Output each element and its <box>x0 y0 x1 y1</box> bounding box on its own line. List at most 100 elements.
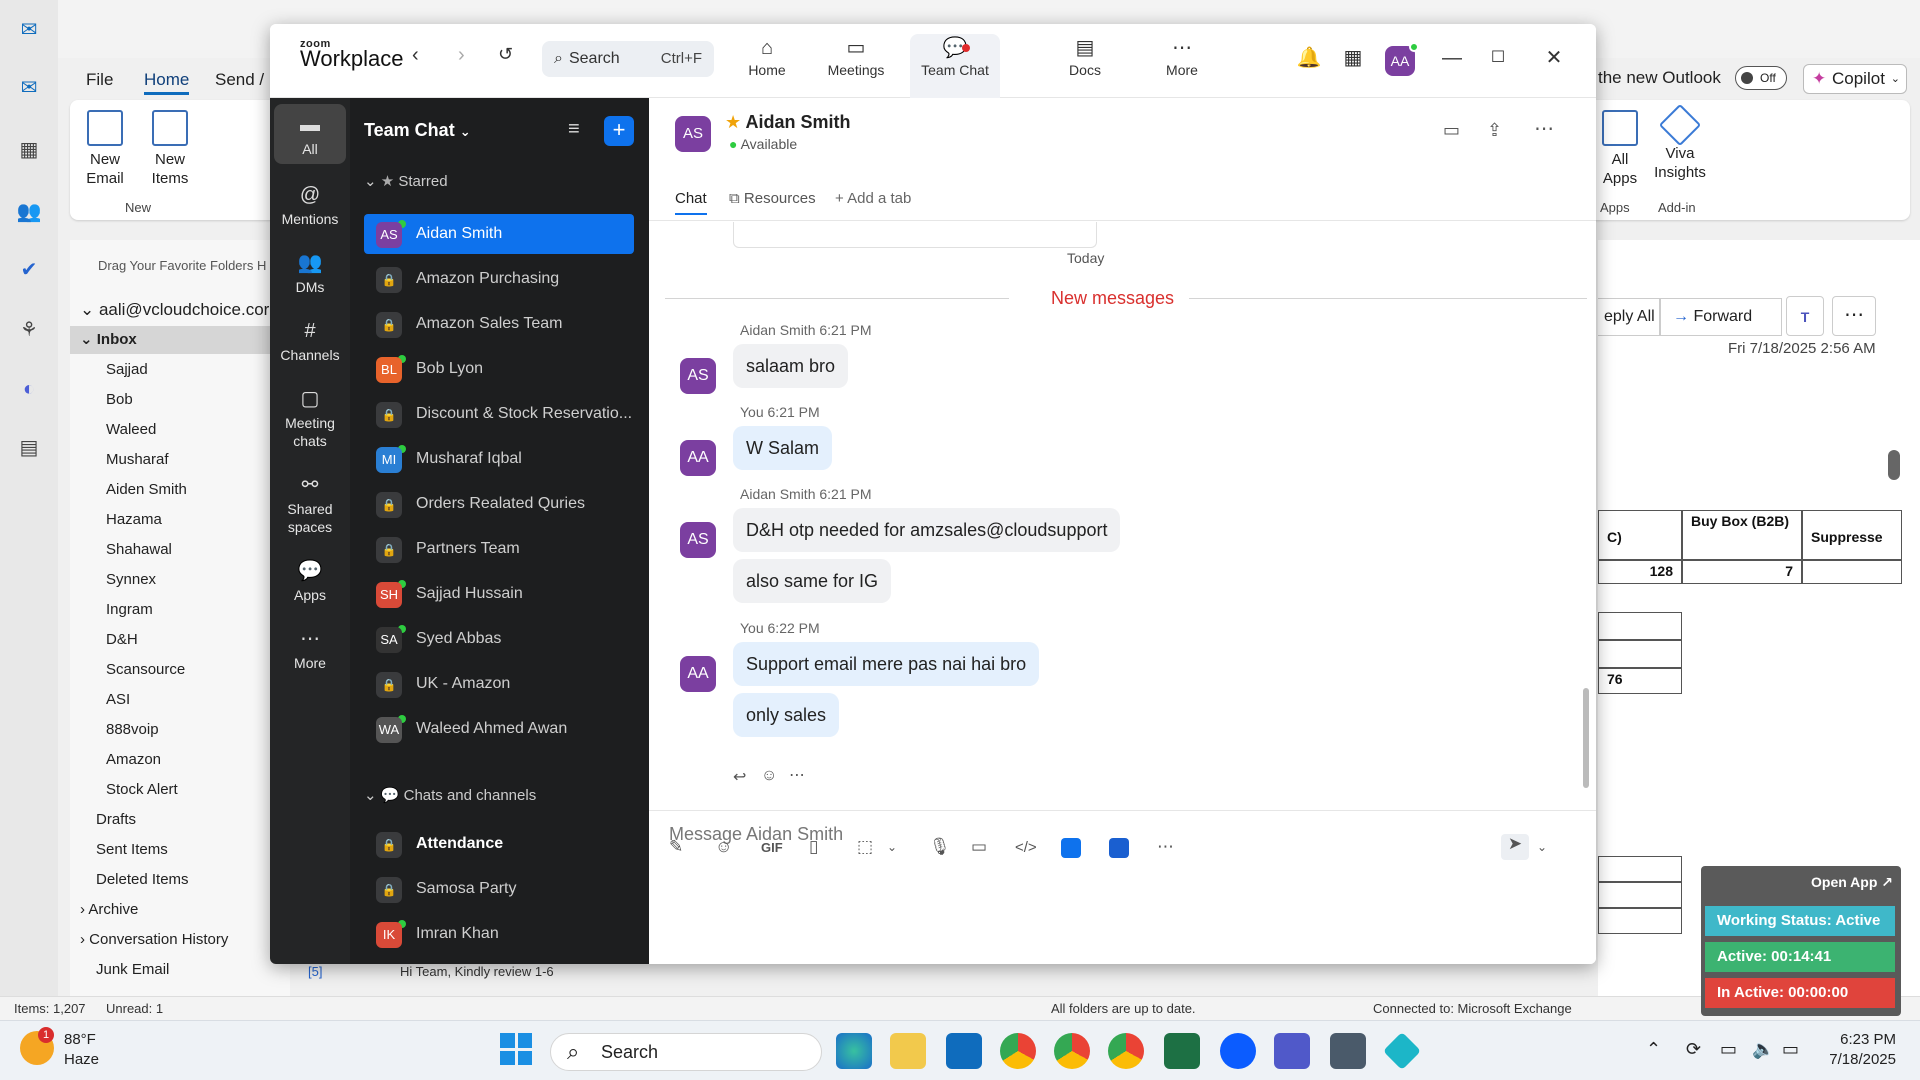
excel-icon[interactable] <box>1164 1033 1200 1069</box>
folder-item[interactable]: Junk Email <box>70 956 290 984</box>
search-input[interactable]: ⌕ Search Ctrl+F <box>542 41 714 77</box>
tab-chat[interactable]: Chat <box>675 190 707 215</box>
message-bubble[interactable]: salaam bro <box>733 344 849 388</box>
folder-item[interactable]: › Archive <box>70 896 290 924</box>
copilot-rail-icon[interactable]: ◐ <box>14 374 44 404</box>
chat-options-icon[interactable]: ⋯ <box>1534 116 1554 141</box>
new-chat-button[interactable]: + <box>604 116 634 146</box>
new-outlook-toggle[interactable]: Off <box>1735 66 1787 90</box>
outlook-taskbar-icon[interactable] <box>946 1033 982 1069</box>
folder-item[interactable]: Aiden Smith <box>70 476 290 504</box>
channel-item[interactable]: 🔒 Samosa Party <box>364 869 634 909</box>
channel-item[interactable]: 🔒 Amazon Sales Team <box>364 304 634 344</box>
teams-icon[interactable]: T <box>1786 296 1824 336</box>
starred-header[interactable]: ⌄ ★ Starred <box>364 172 448 190</box>
clock-time[interactable]: 6:23 PM <box>1836 1031 1896 1048</box>
taskbar-search[interactable]: ⌕ Search <box>550 1033 822 1071</box>
zoom-taskbar-icon[interactable] <box>1220 1033 1256 1069</box>
nav-home[interactable]: ⌂ Home <box>727 34 807 94</box>
folder-item[interactable]: Musharaf <box>70 446 290 474</box>
calendar-icon[interactable]: ▦ <box>1339 44 1367 72</box>
chrome-icon-1[interactable] <box>1000 1033 1036 1069</box>
folder-item[interactable]: Sent Items <box>70 836 290 864</box>
message-composer[interactable]: Message Aidan Smith <box>649 810 1583 940</box>
message-avatar[interactable]: AS <box>680 522 716 558</box>
channel-item[interactable]: 🔒 Amazon Purchasing <box>364 259 634 299</box>
nav-more[interactable]: ⋯ More <box>1142 34 1222 94</box>
org-icon[interactable]: ⚘ <box>14 314 44 344</box>
tab-file[interactable]: File <box>86 70 113 90</box>
nav-docs[interactable]: ▤ Docs <box>1045 34 1125 94</box>
video-call-icon[interactable]: ▭ <box>1443 120 1460 141</box>
folder-item[interactable]: Hazama <box>70 506 290 534</box>
tab-resources[interactable]: ⧉ Resources <box>729 190 816 207</box>
folder-item[interactable]: Stock Alert <box>70 776 290 804</box>
bell-icon[interactable]: 🔔 <box>1295 44 1323 72</box>
message-bubble[interactable]: D&H otp needed for amzsales@cloudsupport <box>733 508 1121 552</box>
rail-mentions[interactable]: @ Mentions <box>274 180 346 228</box>
account-name[interactable]: ⌄ aali@vcloudchoice.cor <box>70 296 290 324</box>
new-email-button[interactable]: New Email <box>80 110 130 188</box>
channel-item[interactable]: MI Musharaf Iqbal <box>364 439 634 479</box>
all-apps-button[interactable]: All Apps <box>1600 110 1640 188</box>
folder-item[interactable]: Ingram <box>70 596 290 624</box>
rail-more[interactable]: ⋯ More <box>274 624 346 672</box>
maximize-icon[interactable]: ☐ <box>1484 44 1512 72</box>
folder-item[interactable]: Synnex <box>70 566 290 594</box>
mail-icon[interactable]: ✉ <box>14 72 44 102</box>
reply-all-button[interactable]: eply All <box>1598 298 1660 336</box>
reaction-icon[interactable]: ☺ <box>761 767 777 785</box>
channel-item[interactable]: HNHazama Nazir <box>364 959 634 964</box>
contact-avatar[interactable]: AS <box>675 116 711 152</box>
open-app-link[interactable]: Open App ↗ <box>1811 874 1893 891</box>
edge-icon[interactable] <box>836 1033 872 1069</box>
preview-snippet[interactable]: Hi Team, Kindly review 1-6 <box>400 964 554 979</box>
message-bubble[interactable]: also same for IG <box>733 559 892 603</box>
channel-item[interactable]: 🔒 UK - Amazon <box>364 664 634 704</box>
folder-item[interactable]: Drafts <box>70 806 290 834</box>
forward-nav-icon[interactable]: › <box>458 44 465 67</box>
channel-item[interactable]: SA Syed Abbas <box>364 619 634 659</box>
rail-meeting-chats[interactable]: ▢ Meeting chats <box>274 384 346 450</box>
contact-header[interactable]: ★ Aidan Smith <box>725 112 851 133</box>
nav-meetings[interactable]: ▭ Meetings <box>816 34 896 94</box>
apps-icon[interactable]: ▤ <box>14 432 44 462</box>
clock-date[interactable]: 7/18/2025 <box>1820 1051 1896 1068</box>
folder-item[interactable]: Scansource <box>70 656 290 684</box>
chrome-icon-3[interactable] <box>1108 1033 1144 1069</box>
forward-button[interactable]: → Forward <box>1660 298 1782 336</box>
message-bubble[interactable]: only sales <box>733 693 840 737</box>
calendar-icon[interactable]: ▦ <box>14 134 44 164</box>
app-diamond-icon[interactable] <box>1382 1031 1422 1071</box>
folder-item[interactable]: Bob <box>70 386 290 414</box>
file-explorer-icon[interactable] <box>890 1033 926 1069</box>
folder-item[interactable]: Deleted Items <box>70 866 290 894</box>
channel-item[interactable]: SH Sajjad Hussain <box>364 574 634 614</box>
message-bubble[interactable]: Support email mere pas nai hai bro <box>733 642 1040 686</box>
channel-item[interactable]: IK Imran Khan <box>364 914 634 954</box>
chat-scrollbar[interactable] <box>1583 688 1589 788</box>
chats-header[interactable]: ⌄ 💬 Chats and channels <box>364 786 536 804</box>
folder-item[interactable]: Amazon <box>70 746 290 774</box>
rail-shared-spaces[interactable]: ⚯ Shared spaces <box>274 470 346 536</box>
list-title[interactable]: Team Chat ⌄ <box>364 120 471 141</box>
video-message-icon[interactable]: ▭ <box>971 837 987 857</box>
rail-channels[interactable]: # Channels <box>274 316 346 364</box>
rail-all[interactable]: ▬ All <box>274 104 346 164</box>
history-icon[interactable]: ↺ <box>498 44 513 65</box>
copilot-button[interactable]: ✦ Copilot ⌄ <box>1803 64 1907 94</box>
folder-item[interactable]: D&H <box>70 626 290 654</box>
code-icon[interactable]: </> <box>1015 839 1037 856</box>
chrome-icon-2[interactable] <box>1054 1033 1090 1069</box>
folder-item[interactable]: ASI <box>70 686 290 714</box>
todo-icon[interactable]: ✔ <box>14 254 44 284</box>
composer-more-icon[interactable]: ⋯ <box>1157 837 1174 857</box>
message-avatar[interactable]: AA <box>680 656 716 692</box>
folder-item[interactable]: ⌄ Inbox <box>70 326 290 354</box>
reading-scrollbar[interactable] <box>1888 450 1900 480</box>
tab-home[interactable]: Home <box>144 70 190 95</box>
share-screen-icon[interactable]: ⇪ <box>1487 120 1502 141</box>
teams-taskbar-icon[interactable] <box>1274 1033 1310 1069</box>
viva-insights-button[interactable]: Viva Insights <box>1650 103 1710 182</box>
chevron-up-icon[interactable]: ⌃ <box>1646 1039 1661 1060</box>
